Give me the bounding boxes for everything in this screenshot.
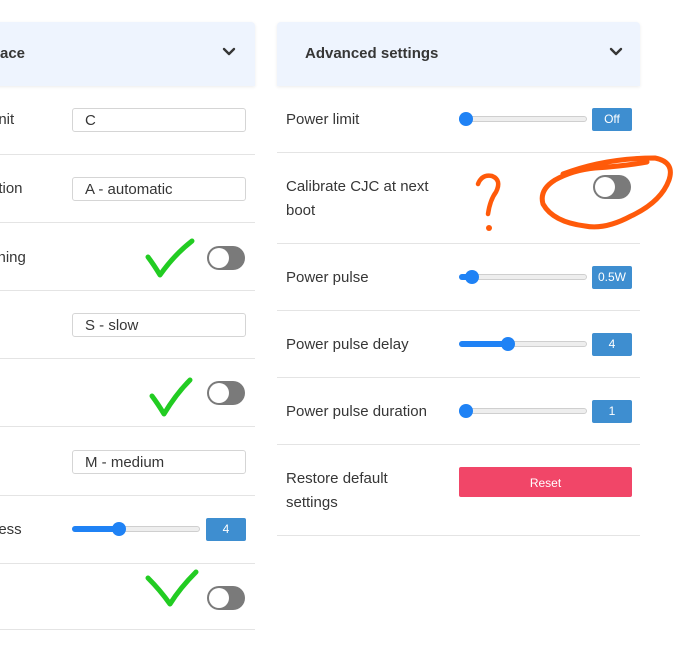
settings-row-medium: M - medium	[0, 427, 255, 496]
automatic-mode-field[interactable]: A - automatic	[72, 177, 246, 201]
power-pulse-duration-label: Power pulse duration	[286, 403, 427, 420]
reset-button[interactable]: Reset	[459, 467, 632, 497]
slider-track	[459, 116, 587, 122]
calibrate-cjc-label-line2: boot	[286, 202, 316, 219]
slider-thumb[interactable]	[459, 112, 473, 126]
power-pulse-delay-label: Power pulse delay	[286, 336, 409, 353]
settings-row-speed: d S - slow	[0, 291, 255, 359]
row-label: ation	[0, 180, 23, 197]
brightness-slider[interactable]	[72, 518, 200, 542]
power-limit-label: Power limit	[286, 111, 360, 128]
restore-defaults-label-line1: Restore default	[286, 470, 388, 487]
left-settings-panel: ace unit C ation A - automatic shing d S…	[0, 22, 255, 630]
unit-field[interactable]: C	[72, 108, 246, 132]
settings-row-toggle-3	[0, 564, 255, 630]
advanced-settings-header[interactable]: Advanced settings	[277, 22, 640, 86]
settings-row-power-pulse: Power pulse 0.5W	[277, 244, 640, 311]
restore-defaults-label-line2: settings	[286, 494, 338, 511]
power-pulse-delay-slider[interactable]	[459, 333, 587, 357]
slider-thumb[interactable]	[501, 337, 516, 351]
advanced-settings-title: Advanced settings	[305, 45, 439, 62]
power-limit-slider[interactable]	[459, 108, 587, 132]
power-pulse-value-badge: 0.5W	[592, 266, 632, 289]
left-panel-header[interactable]: ace	[0, 22, 255, 86]
power-pulse-label: Power pulse	[286, 269, 369, 286]
settings-row-restore-defaults: Restore default settings Reset	[277, 445, 640, 536]
power-pulse-slider[interactable]	[459, 266, 587, 290]
slider-track	[459, 408, 587, 414]
settings-row-flashing: shing	[0, 223, 255, 291]
setting-toggle[interactable]	[207, 381, 245, 405]
calibrate-cjc-label-line1: Calibrate CJC at next	[286, 178, 429, 195]
slider-thumb[interactable]	[111, 522, 126, 536]
settings-row-power-pulse-duration: Power pulse duration 1	[277, 378, 640, 445]
flashing-toggle[interactable]	[207, 246, 245, 270]
slider-thumb[interactable]	[459, 404, 473, 418]
row-label: shing	[0, 249, 26, 266]
settings-row-power-limit: Power limit Off	[277, 86, 640, 153]
left-panel-title: ace	[0, 45, 26, 62]
speed-field[interactable]: S - slow	[72, 313, 246, 337]
row-label: unit	[0, 111, 15, 128]
power-pulse-delay-value-badge: 4	[592, 333, 632, 356]
settings-row-calibrate-cjc: Calibrate CJC at next boot	[277, 153, 640, 244]
settings-row-automation: ation A - automatic	[0, 155, 255, 223]
settings-row-toggle-2	[0, 359, 255, 427]
row-label: ness	[0, 521, 22, 538]
settings-row-power-pulse-delay: Power pulse delay 4	[277, 311, 640, 378]
power-pulse-duration-slider[interactable]	[459, 400, 587, 424]
calibrate-cjc-toggle[interactable]	[593, 175, 631, 199]
settings-row-brightness: ness 4	[0, 496, 255, 564]
level-field[interactable]: M - medium	[72, 450, 246, 474]
power-pulse-duration-value-badge: 1	[592, 400, 632, 423]
slider-thumb[interactable]	[464, 270, 479, 284]
power-limit-value-badge: Off	[592, 108, 632, 131]
chevron-down-icon	[222, 47, 236, 56]
settings-row-unit: unit C	[0, 86, 255, 155]
brightness-value-badge: 4	[206, 518, 246, 541]
chevron-down-icon	[609, 47, 623, 56]
advanced-settings-panel: Advanced settings Power limit Off Calibr…	[277, 22, 640, 536]
setting-toggle[interactable]	[207, 586, 245, 610]
